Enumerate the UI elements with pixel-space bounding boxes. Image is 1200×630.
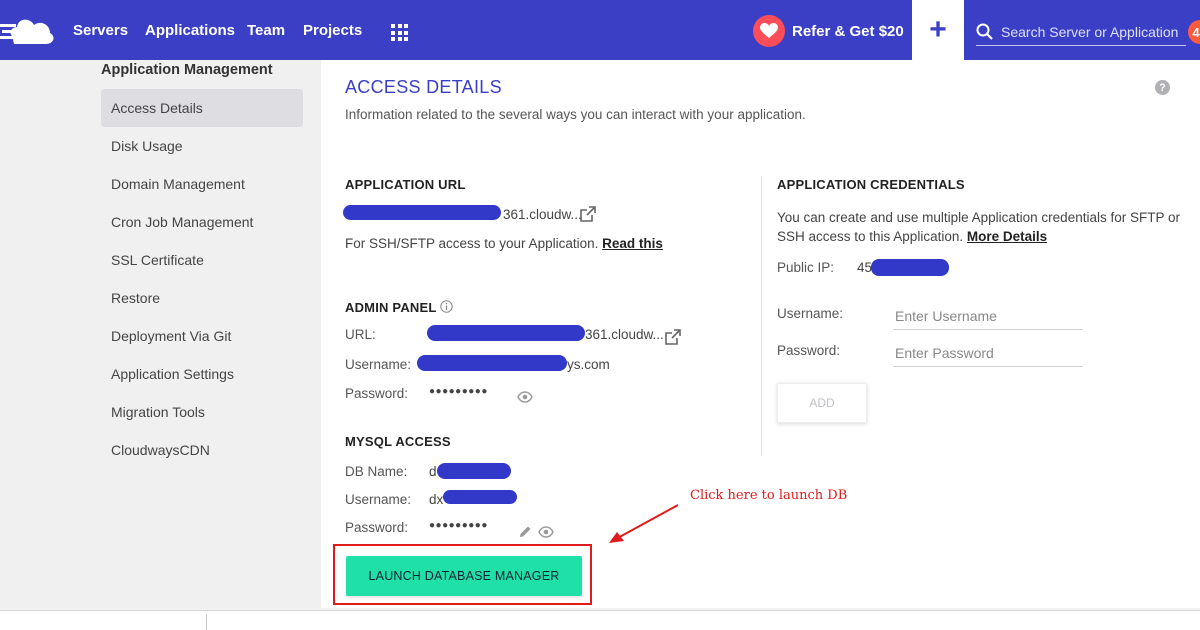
ssh-access-label: For SSH/SFTP access to your Application.: [345, 236, 599, 251]
nav-team[interactable]: Team: [247, 22, 285, 39]
redacted-url: [343, 205, 501, 220]
admin-password-label: Password:: [345, 386, 409, 401]
launch-database-manager-button[interactable]: LAUNCH DATABASE MANAGER: [346, 556, 582, 596]
heart-icon: [753, 15, 785, 47]
access-details-panel: ACCESS DETAILS Information related to th…: [321, 60, 1200, 608]
sidebar-title: Application Management: [101, 62, 273, 78]
credentials-description: You can create and use multiple Applicat…: [777, 208, 1182, 246]
page-subtitle: Information related to the several ways …: [345, 107, 806, 122]
sidebar-item-restore[interactable]: Restore: [101, 279, 303, 317]
external-link-icon[interactable]: [665, 329, 681, 345]
db-username-label: Username:: [345, 492, 412, 507]
db-username-value: dx: [429, 492, 444, 507]
sidebar-item-deployment-via-git[interactable]: Deployment Via Git: [101, 317, 303, 355]
more-details-link[interactable]: More Details: [967, 229, 1047, 244]
sidebar-item-cloudwayscdn[interactable]: CloudwaysCDN: [101, 431, 303, 469]
refer-button[interactable]: Refer & Get $20: [753, 15, 904, 47]
search-box: [976, 18, 1186, 46]
search-icon: [976, 23, 993, 40]
sidebar-item-domain-management[interactable]: Domain Management: [101, 165, 303, 203]
apps-grid-icon[interactable]: [391, 24, 408, 41]
search-input[interactable]: [1001, 23, 1181, 40]
nav-applications[interactable]: Applications: [145, 22, 235, 39]
redacted-db-username: [443, 490, 517, 504]
cred-password-label: Password:: [777, 343, 841, 358]
notification-badge[interactable]: 4: [1188, 20, 1200, 44]
credentials-heading: APPLICATION CREDENTIALS: [777, 177, 965, 192]
eye-icon[interactable]: [517, 391, 533, 403]
ssh-access-text: For SSH/SFTP access to your Application.…: [345, 236, 663, 251]
admin-password-mask: ●●●●●●●●●: [429, 386, 488, 397]
mysql-access-heading: MYSQL ACCESS: [345, 434, 451, 449]
db-password-mask: ●●●●●●●●●: [429, 520, 488, 531]
help-icon[interactable]: ?: [1155, 80, 1170, 95]
add-new-button[interactable]: +: [912, 0, 964, 60]
sidebar-item-cron-job-management[interactable]: Cron Job Management: [101, 203, 303, 241]
cred-username-label: Username:: [777, 306, 844, 321]
admin-url-value[interactable]: 361.cloudw...: [585, 327, 664, 342]
cloud-logo-icon[interactable]: [0, 14, 56, 48]
db-name-value: d: [429, 464, 437, 479]
edit-icon[interactable]: [519, 525, 532, 538]
sidebar-item-ssl-certificate[interactable]: SSL Certificate: [101, 241, 303, 279]
admin-username-label: Username:: [345, 357, 412, 372]
application-url-value[interactable]: 361.cloudw...: [503, 207, 582, 222]
page-title: ACCESS DETAILS: [345, 77, 502, 97]
public-ip-label: Public IP:: [777, 260, 835, 275]
db-name-label: DB Name:: [345, 464, 408, 479]
sidebar-item-migration-tools[interactable]: Migration Tools: [101, 393, 303, 431]
admin-url-label: URL:: [345, 327, 376, 342]
admin-panel-heading: ADMIN PANEL: [345, 300, 437, 315]
annotation-arrow-icon: [609, 504, 679, 543]
redacted-db-name: [437, 463, 511, 479]
sidebar-item-disk-usage[interactable]: Disk Usage: [101, 127, 303, 165]
sidebar-item-application-settings[interactable]: Application Settings: [101, 355, 303, 393]
application-url-heading: APPLICATION URL: [345, 177, 466, 192]
refer-label: Refer & Get $20: [792, 22, 904, 40]
db-password-label: Password:: [345, 520, 409, 535]
password-input[interactable]: [893, 339, 1083, 367]
annotation-text: Click here to launch DB: [690, 488, 848, 503]
admin-username-value: ys.com: [567, 357, 610, 372]
info-icon[interactable]: [440, 300, 453, 313]
nav-projects[interactable]: Projects: [303, 22, 362, 39]
sidebar-item-access-details[interactable]: Access Details: [101, 89, 303, 127]
external-link-icon[interactable]: [580, 206, 596, 222]
public-ip-value: 45: [857, 260, 873, 275]
username-input[interactable]: [893, 302, 1083, 330]
nav-servers[interactable]: Servers: [73, 22, 128, 39]
bottom-strip: [0, 610, 1200, 630]
add-credential-button[interactable]: ADD: [777, 383, 867, 423]
bottom-divider: [206, 614, 207, 630]
top-nav-bar: Servers Applications Team Projects Refer…: [0, 0, 1200, 60]
redacted-admin-username: [417, 355, 567, 371]
redacted-admin-url: [427, 325, 585, 341]
eye-icon[interactable]: [538, 526, 554, 538]
column-divider: [761, 176, 762, 456]
redacted-public-ip: [871, 259, 949, 276]
read-this-link[interactable]: Read this: [602, 236, 663, 251]
